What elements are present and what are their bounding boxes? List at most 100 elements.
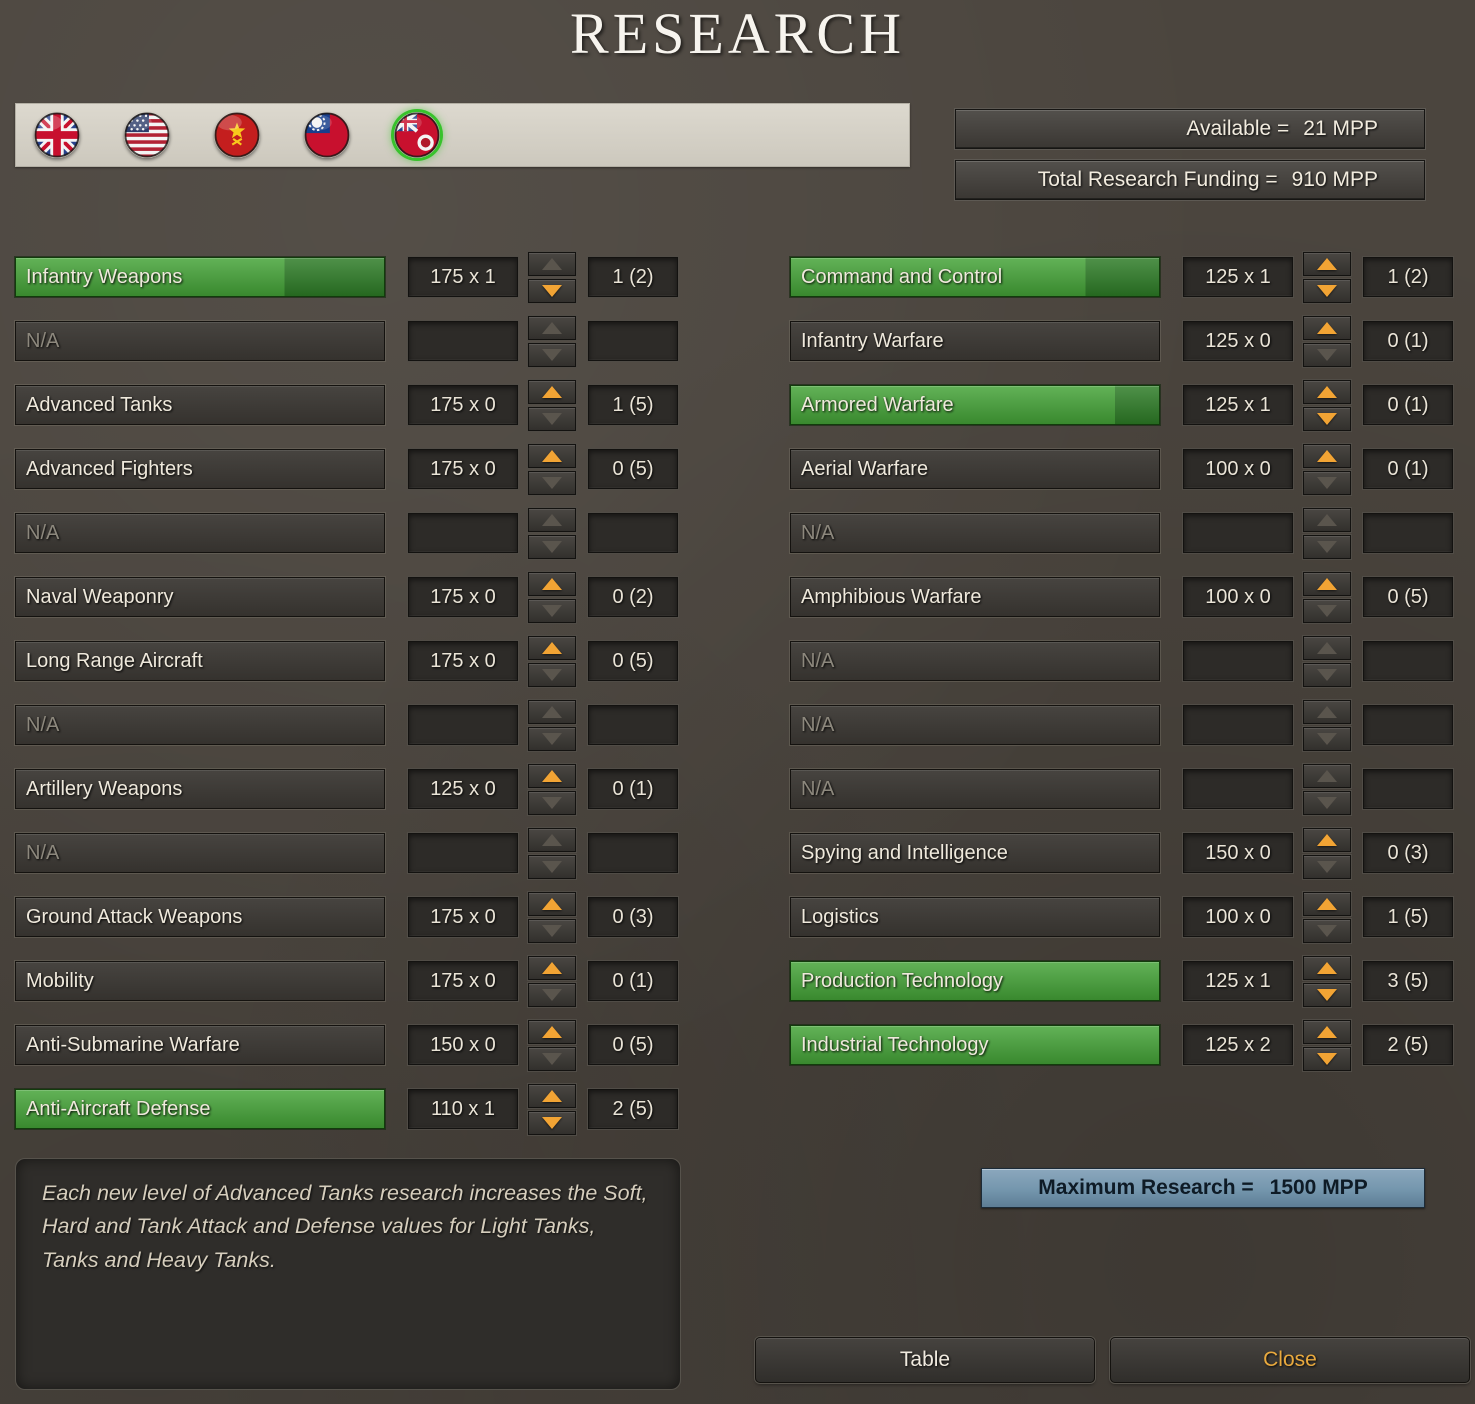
up-arrow-icon — [542, 705, 562, 718]
chit-up-button[interactable] — [528, 379, 576, 404]
chit-down-button — [528, 342, 576, 367]
up-arrow-icon — [542, 833, 562, 846]
research-category-spying-and-intelligence[interactable]: Spying and Intelligence — [790, 833, 1160, 873]
flag-uk-icon[interactable] — [34, 112, 80, 158]
chit-up-button[interactable] — [528, 955, 576, 980]
chit-down-button[interactable] — [1303, 918, 1351, 943]
chit-up-button[interactable] — [1303, 955, 1351, 980]
up-arrow-icon — [542, 577, 562, 590]
chit-down-button[interactable] — [528, 406, 576, 431]
chit-up-button[interactable] — [528, 635, 576, 660]
research-cost-display — [1183, 769, 1293, 809]
chit-down-button — [1303, 790, 1351, 815]
research-cost-display: 175 x 0 — [408, 577, 518, 617]
research-category-naval-weaponry[interactable]: Naval Weaponry — [15, 577, 385, 617]
chit-down-button[interactable] — [528, 982, 576, 1007]
research-category-production-technology[interactable]: Production Technology — [790, 961, 1160, 1001]
research-column-left: Infantry Weapons 175 x 1 1 (2) N/A Advanced … — [15, 251, 685, 1153]
research-level-display — [1363, 513, 1453, 553]
research-level-display: 0 (5) — [588, 1025, 678, 1065]
chit-spinner — [528, 763, 576, 815]
chit-up-button[interactable] — [528, 763, 576, 788]
table-button[interactable]: Table — [755, 1337, 1095, 1383]
chit-up-button — [528, 315, 576, 340]
chit-down-button[interactable] — [528, 662, 576, 687]
research-category-artillery-weapons[interactable]: Artillery Weapons — [15, 769, 385, 809]
research-category-anti-submarine-warfare[interactable]: Anti-Submarine Warfare — [15, 1025, 385, 1065]
research-description-text: Each new level of Advanced Tanks researc… — [42, 1181, 648, 1272]
chit-up-button[interactable] — [1303, 571, 1351, 596]
research-category-infantry-weapons[interactable]: Infantry Weapons — [15, 257, 385, 297]
research-category-aerial-warfare[interactable]: Aerial Warfare — [790, 449, 1160, 489]
chit-spinner — [528, 955, 576, 1007]
chit-down-button[interactable] — [528, 470, 576, 495]
research-level-display: 1 (5) — [1363, 897, 1453, 937]
available-value: 21 MPP — [1303, 117, 1378, 140]
research-level-display: 2 (5) — [588, 1089, 678, 1129]
chit-up-button[interactable] — [1303, 827, 1351, 852]
research-level-display — [588, 833, 678, 873]
flag-china-icon[interactable] — [304, 112, 350, 158]
chit-down-button[interactable] — [528, 1046, 576, 1071]
down-arrow-icon — [542, 412, 562, 425]
research-category-ground-attack-weapons[interactable]: Ground Attack Weapons — [15, 897, 385, 937]
down-arrow-icon — [542, 668, 562, 681]
chit-up-button[interactable] — [1303, 1019, 1351, 1044]
chit-up-button[interactable] — [1303, 443, 1351, 468]
research-cost-display — [1183, 513, 1293, 553]
flag-selected-nation-icon[interactable] — [394, 112, 440, 158]
flag-ussr-icon[interactable] — [214, 112, 260, 158]
research-cost-display: 100 x 0 — [1183, 577, 1293, 617]
chit-up-button[interactable] — [528, 1019, 576, 1044]
chit-up-button[interactable] — [528, 891, 576, 916]
chit-down-button[interactable] — [528, 278, 576, 303]
chit-down-button[interactable] — [1303, 1046, 1351, 1071]
research-category-industrial-technology[interactable]: Industrial Technology — [790, 1025, 1160, 1065]
research-category-armored-warfare[interactable]: Armored Warfare — [790, 385, 1160, 425]
chit-down-button[interactable] — [1303, 598, 1351, 623]
chit-up-button[interactable] — [528, 571, 576, 596]
down-arrow-icon — [1317, 732, 1337, 745]
research-category-advanced-fighters[interactable]: Advanced Fighters — [15, 449, 385, 489]
research-row: Command and Control 125 x 1 1 (2) — [790, 251, 1460, 303]
chit-down-button[interactable] — [528, 598, 576, 623]
chit-down-button[interactable] — [528, 790, 576, 815]
down-arrow-icon — [542, 476, 562, 489]
up-arrow-icon — [1317, 833, 1337, 846]
chit-up-button[interactable] — [528, 1083, 576, 1108]
chit-down-button[interactable] — [1303, 470, 1351, 495]
chit-up-button[interactable] — [1303, 379, 1351, 404]
chit-up-button[interactable] — [1303, 315, 1351, 340]
research-category-anti-aircraft-defense[interactable]: Anti-Aircraft Defense — [15, 1089, 385, 1129]
flag-usa-icon[interactable] — [124, 112, 170, 158]
research-category-infantry-warfare[interactable]: Infantry Warfare — [790, 321, 1160, 361]
chit-down-button[interactable] — [528, 918, 576, 943]
chit-down-button[interactable] — [1303, 854, 1351, 879]
chit-down-button[interactable] — [1303, 982, 1351, 1007]
research-cost-display: 150 x 0 — [408, 1025, 518, 1065]
chit-up-button[interactable] — [1303, 891, 1351, 916]
down-arrow-icon — [1317, 988, 1337, 1001]
chit-up-button[interactable] — [528, 251, 576, 276]
research-cost-display — [408, 833, 518, 873]
research-category-mobility[interactable]: Mobility — [15, 961, 385, 1001]
up-arrow-icon — [1317, 897, 1337, 910]
available-label: Available = — [1186, 117, 1290, 140]
research-category-logistics[interactable]: Logistics — [790, 897, 1160, 937]
research-category-long-range-aircraft[interactable]: Long Range Aircraft — [15, 641, 385, 681]
research-cost-display: 125 x 2 — [1183, 1025, 1293, 1065]
chit-down-button[interactable] — [1303, 342, 1351, 367]
chit-down-button[interactable] — [528, 1110, 576, 1135]
chit-down-button[interactable] — [1303, 406, 1351, 431]
up-arrow-icon — [542, 513, 562, 526]
chit-down-button[interactable] — [1303, 278, 1351, 303]
down-arrow-icon — [1317, 604, 1337, 617]
close-button[interactable]: Close — [1110, 1337, 1470, 1383]
chit-up-button[interactable] — [1303, 251, 1351, 276]
research-row: Infantry Weapons 175 x 1 1 (2) — [15, 251, 685, 303]
research-category-command-and-control[interactable]: Command and Control — [790, 257, 1160, 297]
research-category-advanced-tanks[interactable]: Advanced Tanks — [15, 385, 385, 425]
chit-up-button[interactable] — [528, 443, 576, 468]
research-category-amphibious-warfare[interactable]: Amphibious Warfare — [790, 577, 1160, 617]
total-research-funding-display: Total Research Funding = 910 MPP — [955, 160, 1425, 200]
